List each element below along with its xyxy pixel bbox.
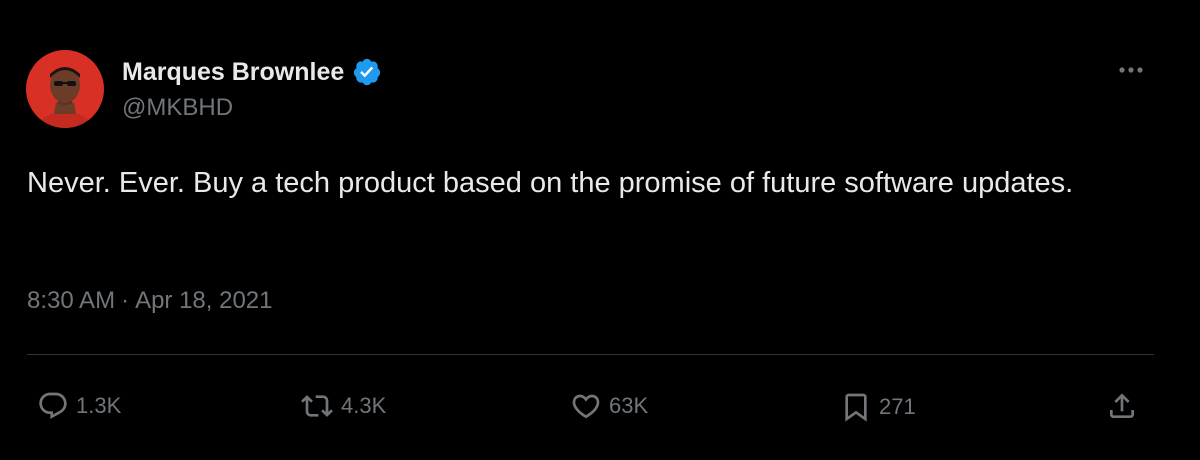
bookmark-count: 271 — [879, 394, 916, 419]
author-block: Marques Brownlee @MKBHD — [122, 56, 382, 122]
heart-icon — [570, 390, 602, 422]
divider — [27, 354, 1154, 355]
author-display-name[interactable]: Marques Brownlee — [122, 58, 344, 87]
retweet-icon — [300, 390, 334, 422]
tweet-text: Never. Ever. Buy a tech product based on… — [27, 167, 1074, 199]
more-options-icon[interactable] — [1116, 58, 1146, 82]
share-button[interactable] — [1106, 390, 1138, 422]
tweet-time[interactable]: 8:30 AM — [27, 287, 115, 314]
avatar[interactable] — [26, 50, 104, 128]
retweet-button[interactable]: 4.3K — [300, 390, 386, 422]
like-count: 63K — [609, 393, 649, 418]
reply-icon — [37, 390, 69, 422]
reply-count: 1.3K — [76, 393, 122, 418]
reply-button[interactable]: 1.3K — [37, 390, 121, 422]
retweet-count: 4.3K — [341, 393, 387, 418]
bookmark-icon — [840, 390, 872, 424]
tweet-timestamp: 8:30 AM · Apr 18, 2021 — [27, 287, 273, 315]
tweet-date[interactable]: Apr 18, 2021 — [135, 287, 272, 314]
like-button[interactable]: 63K — [570, 390, 648, 422]
verified-badge-icon[interactable] — [352, 57, 382, 87]
meta-separator: · — [121, 287, 130, 314]
share-icon — [1106, 390, 1138, 422]
author-handle[interactable]: @MKBHD — [122, 94, 382, 122]
bookmark-button[interactable]: 271 — [840, 390, 916, 424]
name-row: Marques Brownlee — [122, 56, 382, 88]
action-bar: 1.3K 4.3K 63K 271 — [0, 388, 1200, 428]
tweet: Marques Brownlee @MKBHD Never. Ever. Buy… — [0, 0, 1200, 460]
